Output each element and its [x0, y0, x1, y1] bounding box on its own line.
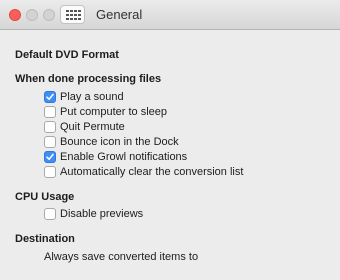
destination-heading: Destination [15, 233, 75, 245]
disable-previews-checkbox[interactable]: Disable previews [44, 207, 143, 221]
checkmark-icon [46, 153, 54, 160]
checkbox-box[interactable] [44, 208, 56, 220]
growl-notifications-checkbox[interactable]: Enable Growl notifications [44, 150, 187, 164]
destination-description: Always save converted items to [44, 251, 199, 263]
checkbox-box[interactable] [44, 136, 56, 148]
checkbox-box[interactable] [44, 121, 56, 133]
quit-permute-checkbox[interactable]: Quit Permute [44, 120, 125, 134]
play-sound-checkbox[interactable]: Play a sound [44, 90, 124, 104]
auto-clear-list-checkbox[interactable]: Automatically clear the conversion list [44, 165, 243, 179]
when-done-heading: When done processing files [15, 73, 162, 85]
checkbox-label: Enable Growl notifications [60, 151, 188, 163]
preferences-window: General Default DVD Format When done pro… [0, 0, 340, 280]
cpu-usage-heading: CPU Usage [15, 191, 75, 203]
checkbox-label: Put computer to sleep [60, 106, 168, 118]
show-all-button[interactable] [60, 5, 85, 24]
checkbox-label: Bounce icon in the Dock [60, 136, 179, 148]
checkbox-box[interactable] [44, 106, 56, 118]
checkbox-box[interactable] [44, 91, 56, 103]
zoom-icon[interactable] [43, 9, 55, 21]
bounce-icon-checkbox[interactable]: Bounce icon in the Dock [44, 135, 179, 149]
minimize-icon[interactable] [26, 9, 38, 21]
checkbox-box[interactable] [44, 166, 56, 178]
close-icon[interactable] [9, 9, 21, 21]
grid-icon [66, 10, 81, 20]
checkbox-box[interactable] [44, 151, 56, 163]
titlebar: General [0, 0, 340, 30]
checkbox-label: Automatically clear the conversion list [60, 166, 244, 178]
checkbox-label: Quit Permute [60, 121, 125, 133]
checkmark-icon [46, 93, 54, 100]
checkbox-label: Disable previews [60, 208, 144, 220]
put-computer-to-sleep-checkbox[interactable]: Put computer to sleep [44, 105, 167, 119]
dvd-format-heading: Default DVD Format [15, 49, 119, 61]
window-title: General [96, 7, 143, 22]
preferences-content: Default DVD Format When done processing … [0, 31, 340, 280]
checkbox-label: Play a sound [60, 91, 124, 103]
